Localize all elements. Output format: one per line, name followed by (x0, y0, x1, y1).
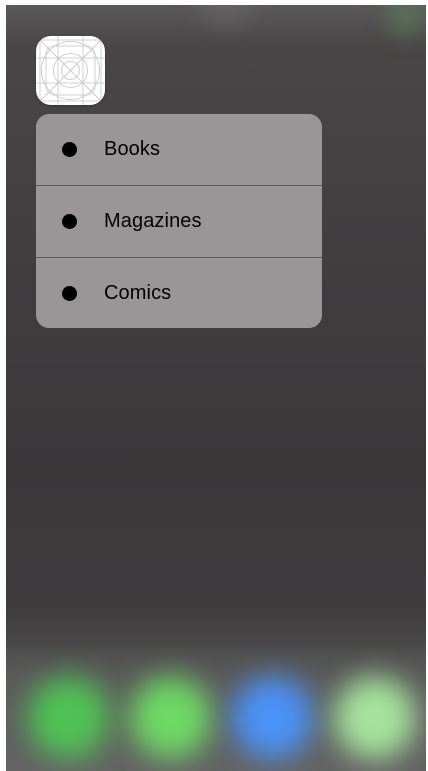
dock (6, 641, 426, 771)
home-screen: Books Magazines Comics (6, 5, 426, 771)
quick-action-label: Books (104, 138, 161, 160)
bullet-icon (62, 214, 77, 229)
blurred-dock-icon-music (334, 677, 416, 759)
quick-actions-menu: Books Magazines Comics (36, 114, 322, 328)
app-placeholder-grid-icon (36, 36, 105, 105)
app-icon[interactable] (36, 36, 105, 105)
quick-action-label: Comics (104, 281, 172, 304)
blurred-dock-icon-messages (130, 677, 212, 759)
quick-action-label: Magazines (104, 210, 202, 232)
quick-action-magazines[interactable]: Magazines (36, 186, 322, 258)
blurred-dock-icon-safari (232, 677, 314, 759)
bullet-icon (62, 142, 77, 157)
quick-action-books[interactable]: Books (36, 114, 322, 186)
bullet-icon (62, 285, 77, 301)
quick-action-comics[interactable]: Comics (36, 258, 322, 328)
blurred-dock-icon-phone (28, 677, 110, 759)
